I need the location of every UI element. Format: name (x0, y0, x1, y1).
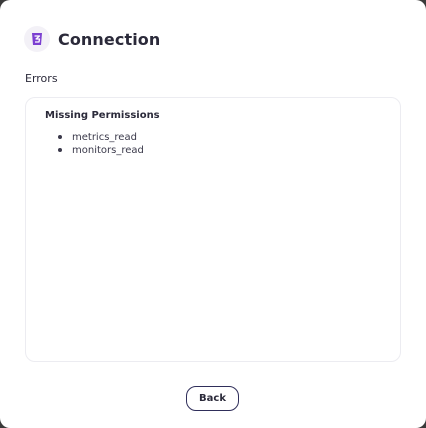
integration-logo-icon (24, 26, 50, 52)
list-item: monitors_read (58, 144, 144, 157)
list-item: metrics_read (58, 131, 144, 144)
errors-label: Errors (25, 72, 58, 85)
errors-panel: Missing Permissions metrics_read monitor… (25, 97, 401, 362)
dialog-title: Connection (58, 29, 161, 49)
back-button[interactable]: Back (186, 386, 239, 411)
missing-permissions-heading: Missing Permissions (45, 110, 160, 121)
connection-dialog: Connection Errors Missing Permissions me… (0, 0, 426, 428)
missing-permissions-list: metrics_read monitors_read (58, 131, 144, 157)
dialog-header: Connection (24, 26, 160, 52)
